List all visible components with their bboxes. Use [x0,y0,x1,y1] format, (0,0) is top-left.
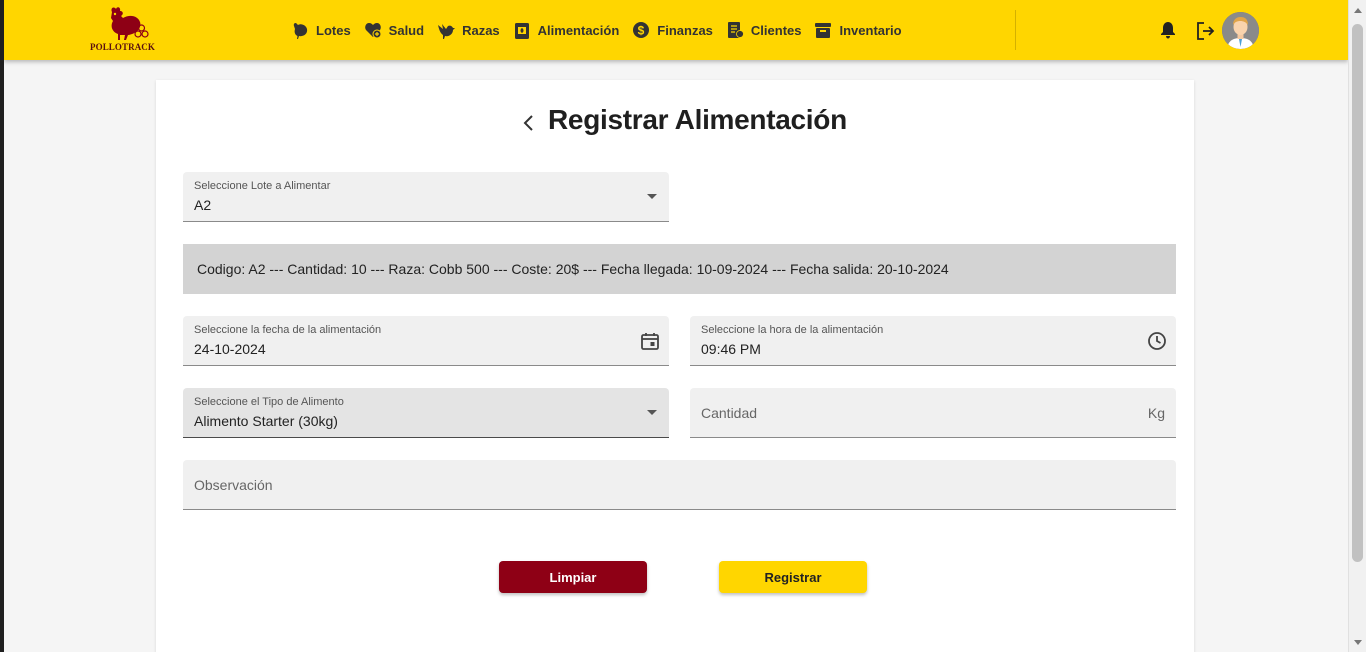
health-icon [364,23,382,39]
fecha-input-value: 24-10-2024 [194,341,266,357]
nav-label-clientes: Clientes [750,22,802,38]
nav-item-alimentacion[interactable]: Alimentación [512,20,620,40]
cantidad-unit: Kg [1147,405,1165,421]
bell-icon [1161,22,1175,39]
main-nav: Lotes Salud Razas Alimentación $ Finanza… [290,18,914,42]
hen-logo-icon [111,7,149,40]
feed-bag-icon [514,23,529,39]
lote-select-label: Seleccione Lote a Alimentar [194,180,331,192]
nav-label-razas: Razas [462,22,500,38]
scroll-up-arrow-icon[interactable] [1349,2,1366,18]
clear-button[interactable]: Limpiar [499,561,647,593]
back-button[interactable] [516,110,542,136]
hora-input[interactable]: Seleccione la hora de la alimentación 09… [690,316,1176,366]
tipo-alimento-label: Seleccione el Tipo de Alimento [194,396,344,408]
hora-input-value: 09:46 PM [701,341,761,357]
svg-text:$: $ [638,24,645,38]
nav-item-salud[interactable]: Salud [363,20,424,40]
clients-icon [727,22,744,38]
observacion-placeholder: Observación [194,477,273,493]
pollotrack-logo[interactable]: POLLOTRACK [90,4,160,56]
nav-item-clientes[interactable]: Clientes [725,20,802,40]
nav-label-lotes: Lotes [316,22,351,38]
archive-icon [815,23,832,38]
clock-icon[interactable] [1146,330,1168,352]
chevron-down-icon [647,410,657,415]
dollar-icon: $ [633,22,650,38]
nav-label-salud: Salud [388,22,425,38]
chevron-down-icon [647,194,657,199]
nav-item-lotes[interactable]: Lotes [290,20,351,40]
hora-input-label: Seleccione la hora de la alimentación [701,324,884,336]
chevron-left-icon [523,115,533,131]
scrollbar-thumb[interactable] [1352,24,1363,562]
app-viewport: POLLOTRACK Lotes Salud Razas Alimentació… [4,0,1348,652]
calendar-icon[interactable] [639,330,661,352]
brand-name: POLLOTRACK [90,42,156,52]
user-avatar[interactable] [1222,12,1259,49]
notifications-button[interactable] [1158,20,1178,40]
nav-item-finanzas[interactable]: $ Finanzas [631,20,713,40]
logout-button[interactable] [1194,20,1216,42]
nav-item-razas[interactable]: Razas [436,20,500,40]
observacion-input[interactable]: Observación [183,460,1176,510]
tipo-alimento-select[interactable]: Seleccione el Tipo de Alimento Alimento … [183,388,669,438]
fecha-input-label: Seleccione la fecha de la alimentación [194,324,382,336]
nav-label-inventario: Inventario [839,22,902,38]
header-divider [1015,10,1016,50]
lote-info-banner: Codigo: A2 --- Cantidad: 10 --- Raza: Co… [183,244,1176,294]
form-card: Registrar Alimentación Seleccione Lote a… [156,80,1194,652]
cantidad-placeholder: Cantidad [701,405,758,421]
page-scrollbar[interactable] [1348,0,1366,652]
fecha-input[interactable]: Seleccione la fecha de la alimentación 2… [183,316,669,366]
nav-item-inventario[interactable]: Inventario [813,20,902,40]
nav-label-alimentacion: Alimentación [537,22,620,38]
nav-label-finanzas: Finanzas [657,22,713,38]
tipo-alimento-value: Alimento Starter (30kg) [194,413,338,429]
bird-icon [438,24,456,39]
logout-icon [1197,22,1215,40]
scroll-down-arrow-icon[interactable] [1349,634,1366,650]
register-button[interactable]: Registrar [719,561,867,593]
page-title: Registrar Alimentación [548,104,847,135]
user-avatar-icon [1222,12,1259,49]
chicken-icon [293,22,308,39]
top-navbar: POLLOTRACK Lotes Salud Razas Alimentació… [4,0,1348,60]
lote-select-value: A2 [194,197,212,213]
cantidad-input[interactable]: Cantidad Kg [690,388,1176,438]
lote-select[interactable]: Seleccione Lote a Alimentar A2 [183,172,669,222]
